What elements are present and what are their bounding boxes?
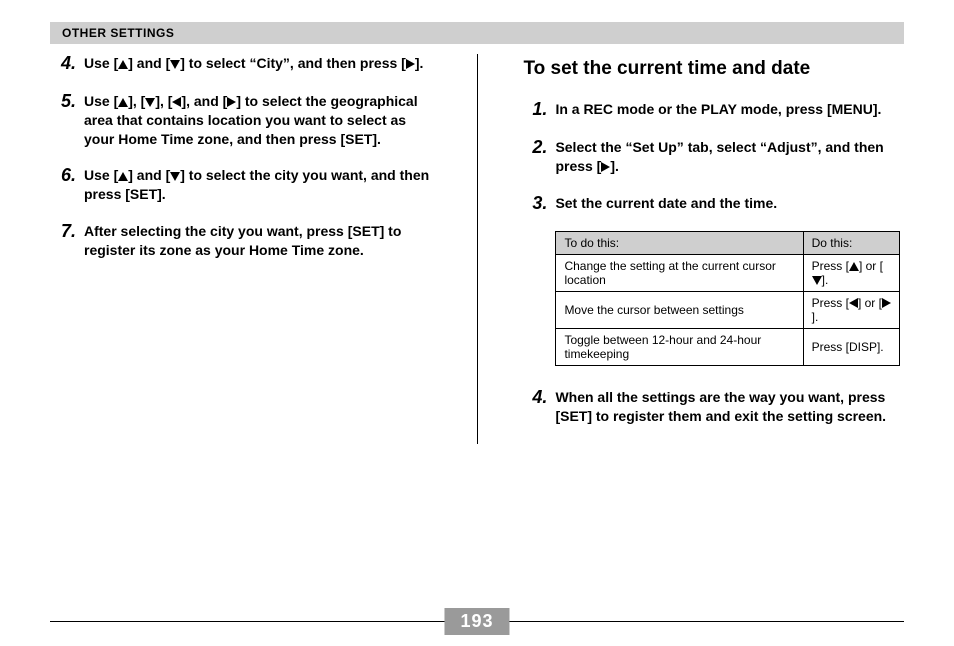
down-arrow-icon: [812, 276, 822, 285]
right-section-title: To set the current time and date: [523, 58, 904, 80]
step-text: Use [] and [] to select the city you wan…: [84, 166, 433, 204]
table-row: Toggle between 12-hour and 24-hour timek…: [556, 329, 900, 366]
step-text: In a REC mode or the PLAY mode, press [M…: [555, 100, 881, 119]
step-number: 1.: [521, 100, 547, 120]
up-arrow-icon: [118, 172, 128, 181]
step-number: 7.: [50, 222, 76, 242]
table-cell: Toggle between 12-hour and 24-hour timek…: [556, 329, 803, 366]
step-number: 5.: [50, 92, 76, 112]
page-footer: 193: [50, 621, 904, 622]
step-text: Use [], [], [], and [] to select the geo…: [84, 92, 433, 149]
step-number: 4.: [50, 54, 76, 74]
step: 1. In a REC mode or the PLAY mode, press …: [521, 100, 904, 120]
instruction-table: To do this:Do this: Change the setting a…: [555, 231, 900, 366]
table-row: Move the cursor between settingsPress []…: [556, 292, 900, 329]
step: 4. When all the settings are the way you …: [521, 388, 904, 426]
step-text: When all the settings are the way you wa…: [555, 388, 904, 426]
column-divider: [477, 54, 478, 444]
table-cell: Press [] or [].: [803, 255, 899, 292]
right-arrow-icon: [882, 298, 891, 308]
step: 6. Use [] and [] to select the city you w…: [50, 166, 433, 204]
table-cell: Press [DISP].: [803, 329, 899, 366]
two-column-layout: 4. Use [] and [] to select “City”, and th…: [50, 54, 904, 444]
step-number: 2.: [521, 138, 547, 158]
step-number: 4.: [521, 388, 547, 408]
step: 4. Use [] and [] to select “City”, and th…: [50, 54, 433, 74]
step: 5. Use [], [], [], and [] to select the g…: [50, 92, 433, 149]
up-arrow-icon: [849, 262, 859, 271]
up-arrow-icon: [118, 98, 128, 107]
table-row: Change the setting at the current cursor…: [556, 255, 900, 292]
step-number: 3.: [521, 194, 547, 214]
right-column: To set the current time and date 1. In a …: [521, 54, 904, 444]
page-number: 193: [444, 608, 509, 635]
step-text: Select the “Set Up” tab, select “Adjust”…: [555, 138, 904, 176]
right-arrow-icon: [601, 162, 610, 172]
down-arrow-icon: [170, 60, 180, 69]
table-cell: Move the cursor between settings: [556, 292, 803, 329]
section-header: OTHER SETTINGS: [50, 22, 904, 44]
up-arrow-icon: [118, 60, 128, 69]
step-text: After selecting the city you want, press…: [84, 222, 433, 260]
right-arrow-icon: [227, 97, 236, 107]
table-header-cell: To do this:: [556, 232, 803, 255]
down-arrow-icon: [170, 172, 180, 181]
table-header-cell: Do this:: [803, 232, 899, 255]
step: 2. Select the “Set Up” tab, select “Adjus…: [521, 138, 904, 176]
step-number: 6.: [50, 166, 76, 186]
left-column: 4. Use [] and [] to select “City”, and th…: [50, 54, 433, 444]
step-text: Use [] and [] to select “City”, and then…: [84, 54, 423, 73]
left-arrow-icon: [172, 97, 181, 107]
step: 3. Set the current date and the time.: [521, 194, 904, 214]
left-arrow-icon: [849, 298, 858, 308]
step: 7. After selecting the city you want, pre…: [50, 222, 433, 260]
down-arrow-icon: [145, 98, 155, 107]
manual-page: OTHER SETTINGS 4. Use [] and [] to select…: [0, 0, 954, 646]
table-cell: Change the setting at the current cursor…: [556, 255, 803, 292]
right-arrow-icon: [406, 59, 415, 69]
table-cell: Press [] or [].: [803, 292, 899, 329]
step-text: Set the current date and the time.: [555, 194, 777, 213]
